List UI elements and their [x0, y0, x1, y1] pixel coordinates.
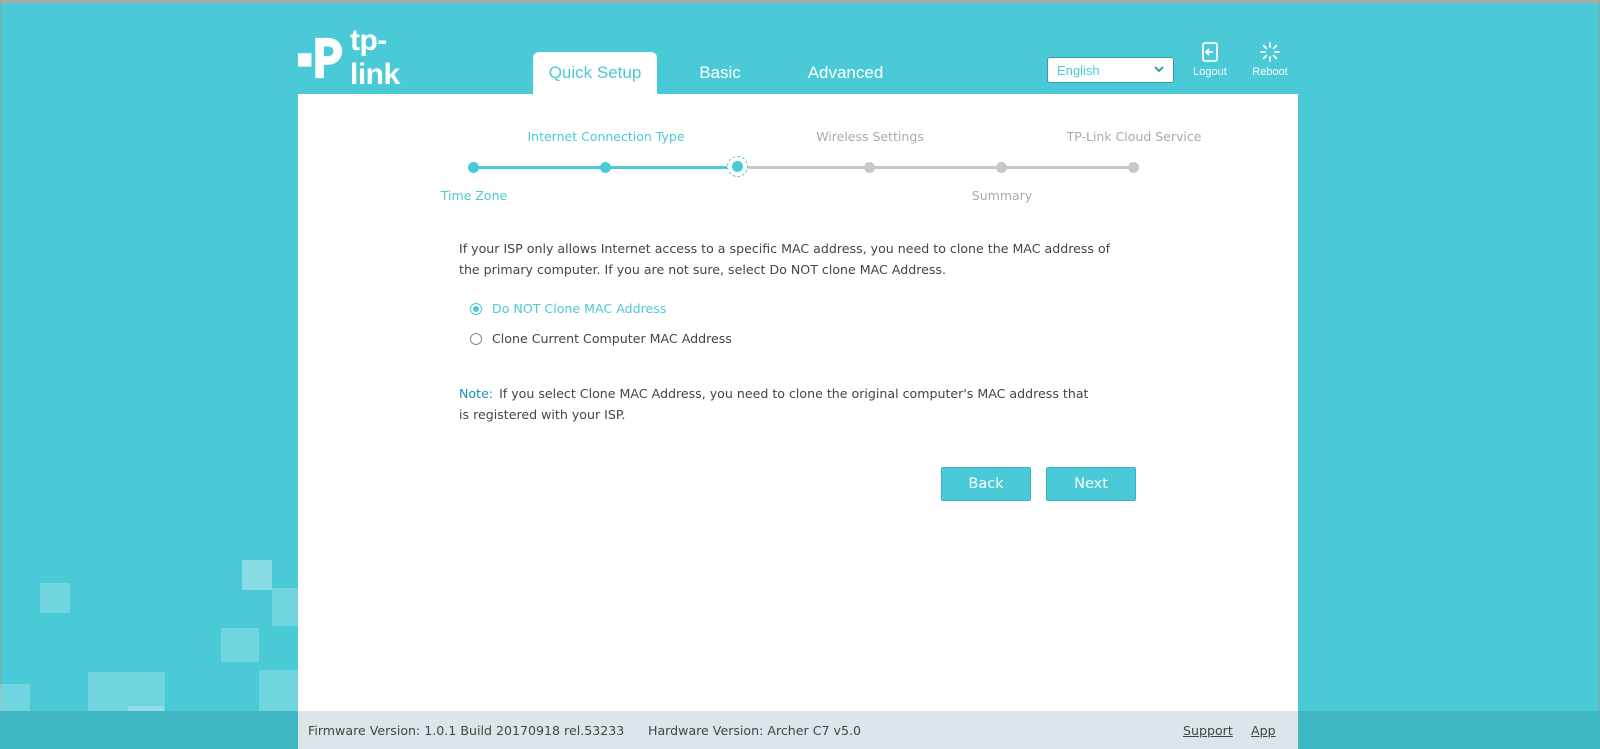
note-text: If you select Clone MAC Address, you nee… — [459, 386, 1089, 422]
tab-advanced[interactable]: Advanced — [798, 52, 893, 94]
radio-do-not-clone[interactable] — [470, 302, 482, 315]
step-dot-wireless-settings — [864, 162, 875, 173]
tp-link-logo: tp-link — [298, 24, 433, 91]
tp-link-logo-icon — [298, 37, 343, 79]
note-text-block: Note: If you select Clone MAC Address, yo… — [459, 383, 1099, 425]
stepper-segment — [1001, 166, 1133, 169]
option-do-not-clone-label: Do NOT Clone MAC Address — [492, 301, 667, 316]
step-label-internet-connection-type: Internet Connection Type — [527, 129, 685, 144]
step-dot-internet-connection-type — [600, 162, 611, 173]
footer: Firmware Version: 1.0.1 Build 20170918 r… — [298, 711, 1298, 749]
stepper-segment — [737, 166, 869, 169]
back-button[interactable]: Back — [941, 467, 1031, 501]
note-label: Note: — [459, 386, 494, 401]
tab-basic[interactable]: Basic — [687, 52, 753, 94]
language-select[interactable]: English — [1047, 57, 1174, 83]
step-dot-current — [727, 156, 748, 177]
app-link[interactable]: App — [1251, 723, 1276, 738]
step-label-summary: Summary — [971, 188, 1033, 203]
logout-icon — [1202, 42, 1218, 62]
stepper-segment — [869, 166, 1001, 169]
reboot-label: Reboot — [1252, 66, 1288, 78]
firmware-version: Firmware Version: 1.0.1 Build 20170918 r… — [308, 722, 625, 738]
hardware-version: Hardware Version: Archer C7 v5.0 — [648, 722, 862, 738]
step-label-tp-link-cloud-service: TP-Link Cloud Service — [1066, 129, 1202, 144]
window-top-border — [0, 0, 1600, 3]
step-dot-tp-link-cloud-service — [1128, 162, 1139, 173]
setup-stepper: Time Zone Internet Connection Type Wirel… — [298, 94, 1298, 214]
mac-clone-description: If your ISP only allows Internet access … — [459, 241, 1111, 277]
language-select-value: English — [1057, 62, 1100, 78]
stepper-segment — [605, 166, 737, 169]
logout-button[interactable]: Logout — [1189, 42, 1231, 78]
step-dot-summary — [996, 162, 1007, 173]
logo-text: tp-link — [349, 24, 400, 91]
reboot-button[interactable]: Reboot — [1249, 42, 1291, 78]
support-link[interactable]: Support — [1183, 723, 1233, 738]
option-clone-current-label: Clone Current Computer MAC Address — [492, 331, 732, 346]
step-dot-time-zone — [468, 162, 479, 173]
option-do-not-clone-mac[interactable]: Do NOT Clone MAC Address — [470, 301, 666, 316]
step-label-wireless-settings: Wireless Settings — [816, 129, 924, 144]
stepper-segment — [473, 166, 605, 169]
chevron-down-icon — [1154, 66, 1164, 73]
quick-setup-panel: Time Zone Internet Connection Type Wirel… — [298, 94, 1298, 711]
next-button[interactable]: Next — [1046, 467, 1136, 501]
window-left-border — [0, 0, 1, 749]
radio-clone-current[interactable] — [470, 332, 482, 345]
tab-quick-setup[interactable]: Quick Setup — [533, 52, 657, 94]
reboot-icon — [1260, 42, 1280, 62]
step-label-time-zone: Time Zone — [440, 188, 508, 203]
option-clone-current-mac[interactable]: Clone Current Computer MAC Address — [470, 331, 732, 346]
logout-label: Logout — [1193, 66, 1227, 78]
